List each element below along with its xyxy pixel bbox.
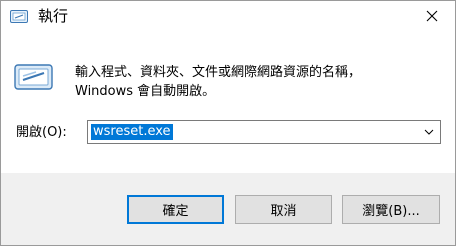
description: 輸入程式、資料夾、文件或網際網路資源的名稱， Windows 會自動開啟。 <box>75 63 445 101</box>
open-label: 開啟(O): <box>16 125 67 140</box>
open-combobox[interactable]: wsreset.exe <box>87 120 441 144</box>
run-icon <box>10 9 29 24</box>
chevron-down-icon[interactable] <box>421 124 437 140</box>
title-bar[interactable]: 執行 <box>1 1 455 32</box>
close-icon <box>426 7 438 26</box>
browse-button[interactable]: 瀏覽(B)... <box>342 195 440 224</box>
description-line-2: Windows 會自動開啟。 <box>75 84 216 99</box>
run-dialog: 執行 輸入程式、資料夾、文件或網際網路資源的名稱， Windows 會自動開啟。… <box>0 0 456 246</box>
open-input[interactable]: wsreset.exe <box>91 124 173 140</box>
ok-button[interactable]: 確定 <box>127 195 224 224</box>
close-button[interactable] <box>409 1 455 32</box>
description-line-1: 輸入程式、資料夾、文件或網際網路資源的名稱， <box>75 65 362 80</box>
window-title: 執行 <box>38 7 69 25</box>
run-program-icon <box>14 63 54 91</box>
cancel-button[interactable]: 取消 <box>235 195 332 224</box>
